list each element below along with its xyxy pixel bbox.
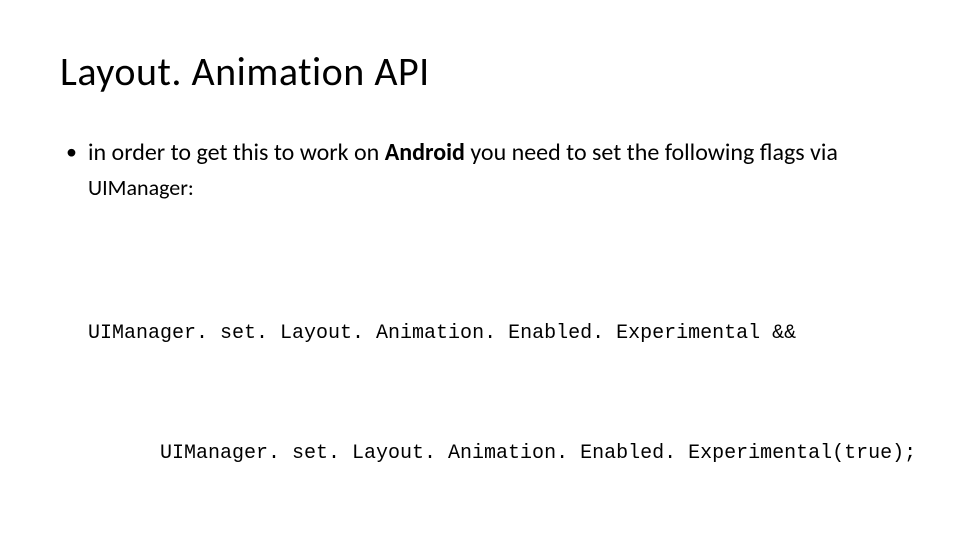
bullet-text-strong: Android: [385, 138, 465, 167]
bullet-list: in order to get this to work on Android …: [60, 136, 900, 206]
code-line-1: UIManager. set. Layout. Animation. Enabl…: [88, 314, 900, 354]
bullet-text-prefix: in order to get this to work on: [88, 138, 385, 167]
code-block: UIManager. set. Layout. Animation. Enabl…: [88, 234, 900, 554]
bullet-text-uimanager: UIManager:: [88, 174, 194, 201]
slide: Layout. Animation API in order to get th…: [0, 0, 960, 540]
slide-title: Layout. Animation API: [60, 50, 900, 94]
bullet-item: in order to get this to work on Android …: [88, 136, 900, 206]
bullet-text-mid: you need to set the following flags via: [465, 138, 838, 167]
code-line-2: UIManager. set. Layout. Animation. Enabl…: [88, 434, 900, 474]
